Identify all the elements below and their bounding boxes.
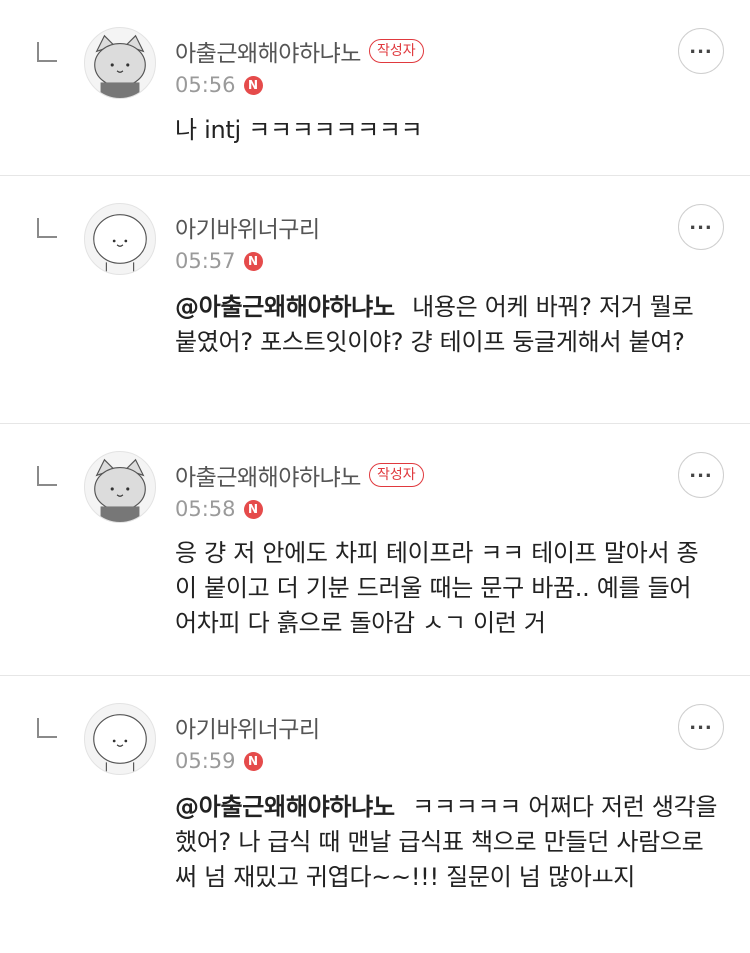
comment-item: 아출근왜해야하냐노 작성자 05:56 N ... 나 intj ㅋㅋㅋㅋㅋㅋㅋ… [0,0,750,176]
author-nickname[interactable]: 아기바위너구리 [175,710,320,744]
avatar[interactable] [84,27,156,99]
new-badge: N [243,75,263,95]
author-nickname[interactable]: 아기바위너구리 [175,210,320,244]
new-badge: N [243,499,263,519]
reply-arrow-icon [37,718,57,738]
avatar[interactable] [84,703,156,775]
author-row: 아출근왜해야하냐노 작성자 [175,34,424,68]
author-row: 아출근왜해야하냐노 작성자 [175,458,424,492]
comment-time: 05:59 [175,749,236,773]
comment-item: 아기바위너구리 05:59 N ... @아출근왜해야하냐노 ㅋㅋㅋㅋㅋ 어쩌다… [0,676,750,953]
author-nickname[interactable]: 아출근왜해야하냐노 [175,34,361,68]
comment-content: 응 걍 저 안에도 차피 테이프라 ㅋㅋ 테이프 말아서 종이 붙이고 더 기분… [175,536,720,641]
comment-text: 나 intj ㅋㅋㅋㅋㅋㅋㅋㅋ [175,116,423,144]
new-badge: N [243,251,263,271]
comment-text: 응 걍 저 안에도 차피 테이프라 ㅋㅋ 테이프 말아서 종이 붙이고 더 기분… [175,539,699,637]
cat-avatar-icon [94,458,146,522]
more-options-button[interactable]: ... [678,204,724,250]
mention-link[interactable]: @아출근왜해야하냐노 [175,293,395,321]
seal-avatar-icon [93,714,147,774]
more-options-button[interactable]: ... [678,452,724,498]
author-badge: 작성자 [368,463,424,487]
avatar[interactable] [84,451,156,523]
comment-content: @아출근왜해야하냐노 내용은 어케 바꿔? 저거 뭘로 붙였어? 포스트잇이야?… [175,290,720,360]
more-options-button[interactable]: ... [678,704,724,750]
comment-item: 아기바위너구리 05:57 N ... @아출근왜해야하냐노 내용은 어케 바꿔… [0,176,750,424]
more-horizontal-icon: ... [689,37,713,58]
more-horizontal-icon: ... [689,461,713,482]
author-row: 아기바위너구리 [175,210,320,244]
time-row: 05:58 N [175,496,263,522]
new-badge: N [243,751,263,771]
time-row: 05:56 N [175,72,263,98]
reply-arrow-icon [37,466,57,486]
comment-content: 나 intj ㅋㅋㅋㅋㅋㅋㅋㅋ [175,113,720,148]
seal-avatar-icon [93,214,147,274]
more-horizontal-icon: ... [689,713,713,734]
comment-item: 아출근왜해야하냐노 작성자 05:58 N ... 응 걍 저 안에도 차피 테… [0,424,750,676]
time-row: 05:59 N [175,748,263,774]
author-nickname[interactable]: 아출근왜해야하냐노 [175,458,361,492]
cat-avatar-icon [94,34,146,98]
time-row: 05:57 N [175,248,263,274]
reply-arrow-icon [37,42,57,62]
comment-time: 05:56 [175,73,236,97]
more-horizontal-icon: ... [689,213,713,234]
author-badge: 작성자 [368,39,424,63]
mention-link[interactable]: @아출근왜해야하냐노 [175,793,395,821]
comment-time: 05:58 [175,497,236,521]
reply-arrow-icon [37,218,57,238]
author-row: 아기바위너구리 [175,710,320,744]
comment-content: @아출근왜해야하냐노 ㅋㅋㅋㅋㅋ 어쩌다 저런 생각을했어? 나 급식 때 맨날… [175,790,720,895]
more-options-button[interactable]: ... [678,28,724,74]
comment-time: 05:57 [175,249,236,273]
avatar[interactable] [84,203,156,275]
